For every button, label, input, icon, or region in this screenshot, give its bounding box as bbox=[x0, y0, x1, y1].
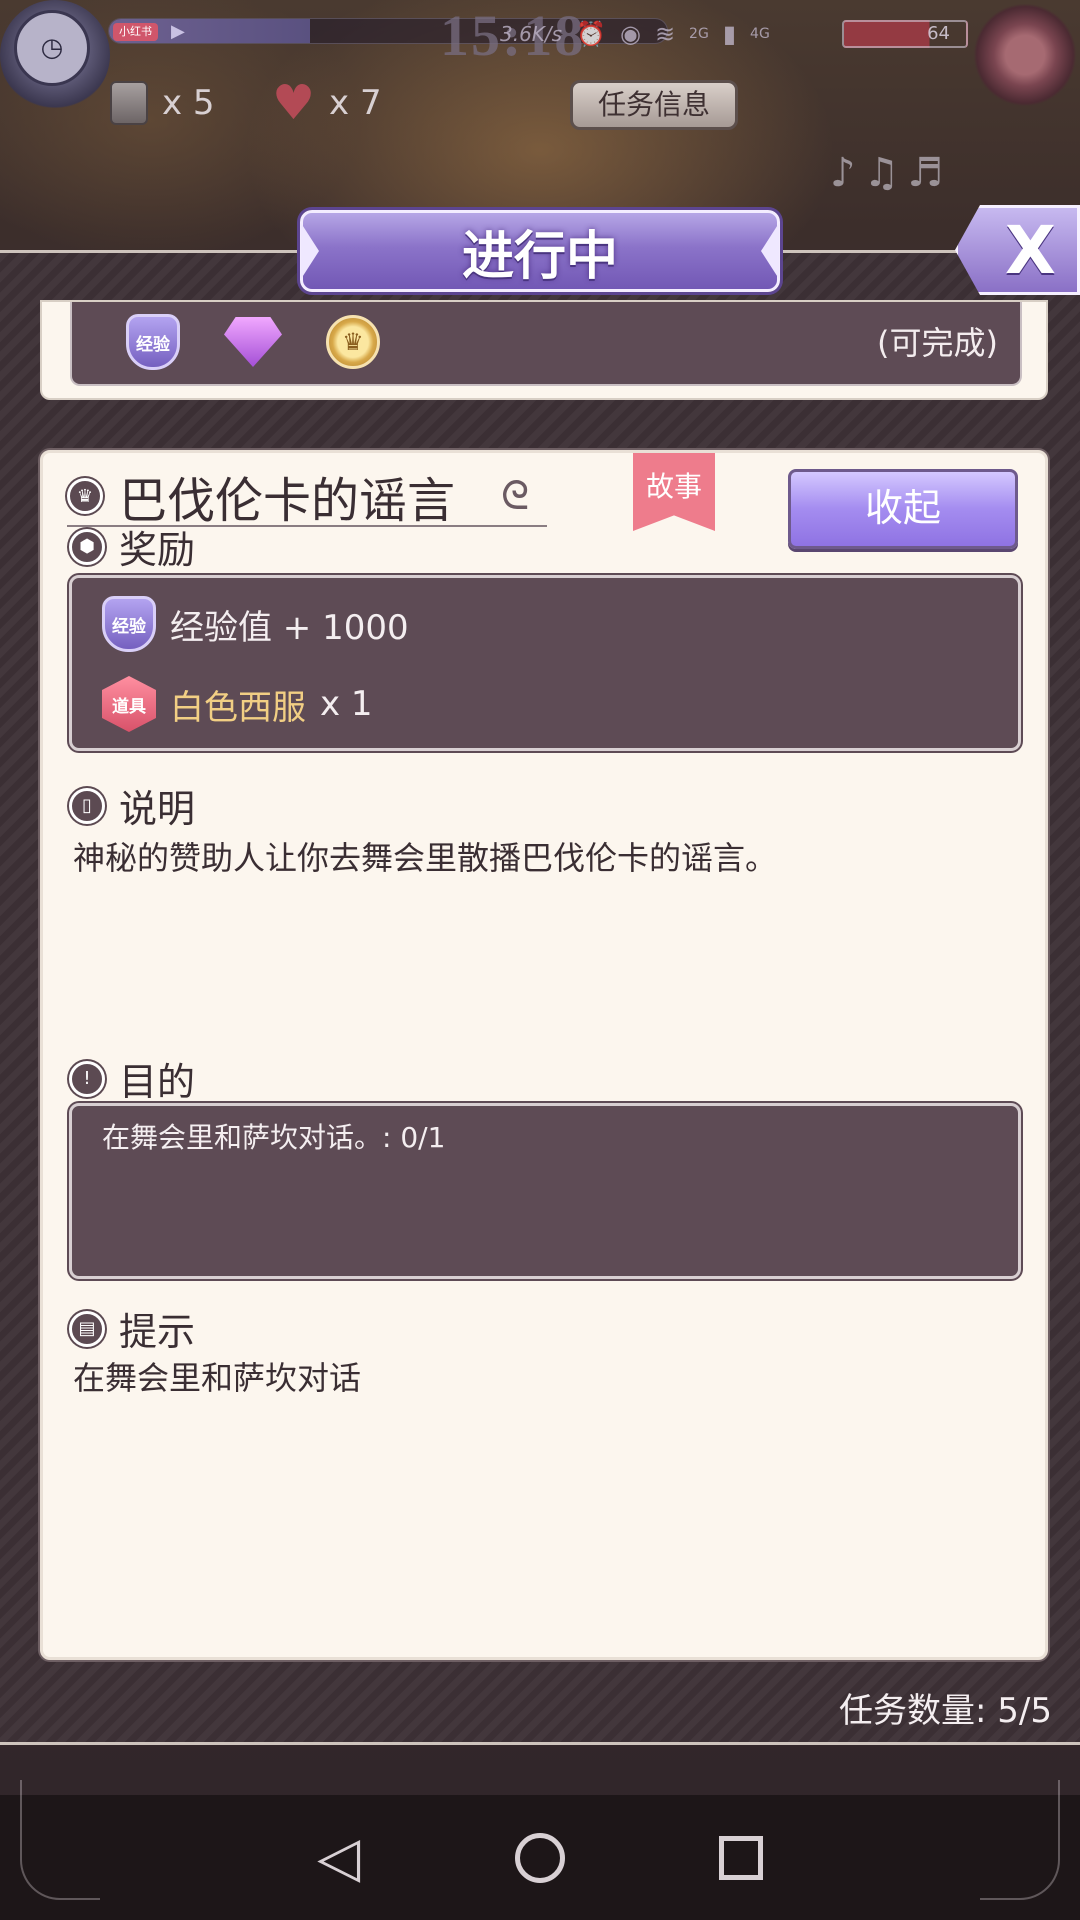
network-2g: 2G bbox=[689, 26, 709, 42]
reward-row-item: 道具 白色西服 x 1 bbox=[102, 676, 373, 732]
network-4g: 4G bbox=[750, 26, 770, 42]
signal-icon: ▮ bbox=[722, 20, 737, 48]
hint-heading-label: 提示 bbox=[119, 1310, 196, 1354]
crown-coin-icon: ♛ bbox=[326, 315, 380, 369]
play-icon: ▶ bbox=[171, 21, 185, 42]
task-count: 任务数量: 5/5 bbox=[839, 1691, 1052, 1731]
corner-decoration-right bbox=[980, 1780, 1060, 1900]
goal-box: 在舞会里和萨坎对话。: 0/1 bbox=[69, 1103, 1021, 1279]
scroll-icon bbox=[110, 81, 148, 125]
status-bar: ◷ 小红书 ▶ 15:18 3.6K/s ⏰ ◉ ≋ 2G ▮ 4G 64 bbox=[0, 0, 1080, 110]
item-badge-icon: 道具 bbox=[102, 676, 156, 732]
task-info-button[interactable]: 任务信息 bbox=[570, 80, 738, 130]
corner-decoration-left bbox=[20, 1780, 100, 1900]
goal-text: 在舞会里和萨坎对话。: 0/1 bbox=[102, 1121, 446, 1154]
status-tab-title: 进行中 bbox=[300, 210, 780, 292]
reward-heading: ⬢ 奖励 bbox=[69, 519, 195, 574]
clock-decoration-icon: ◷ bbox=[0, 0, 110, 110]
note-icon: ▤ bbox=[69, 1310, 105, 1347]
previous-quest-status: (可完成) bbox=[877, 324, 998, 362]
battery-indicator: 64 bbox=[842, 20, 968, 48]
recents-square-icon[interactable] bbox=[718, 1835, 763, 1880]
reward-box: 经验 经验值 + 1000 道具 白色西服 x 1 bbox=[69, 575, 1021, 751]
net-speed: 3.6K/s bbox=[500, 22, 563, 46]
collapse-button[interactable]: 收起 bbox=[788, 469, 1018, 549]
exclamation-icon: ! bbox=[69, 1060, 105, 1097]
hint-heading: ▤ 提示 bbox=[69, 1301, 195, 1356]
description-heading: ▯ 说明 bbox=[69, 778, 195, 833]
curl-decoration-icon: ᘓ bbox=[501, 473, 530, 519]
tab-title-text: 进行中 bbox=[461, 225, 618, 287]
app-tag: 小红书 bbox=[113, 23, 158, 41]
quest-title-row: ♛ 巴伐伦卡的谣言 bbox=[67, 467, 547, 529]
wifi-icon: ≋ bbox=[654, 20, 676, 48]
goal-heading-label: 目的 bbox=[119, 1060, 196, 1104]
exp-badge-icon: 经验 bbox=[126, 314, 180, 370]
crown-icon: ♛ bbox=[67, 478, 103, 514]
scroll-counter: x 5 bbox=[110, 80, 235, 126]
alarm-icon: ⏰ bbox=[576, 20, 606, 48]
reward-exp-text: 经验值 + 1000 bbox=[170, 607, 409, 648]
heart-counter: ♥ x 7 bbox=[272, 75, 402, 131]
book-icon: ▯ bbox=[69, 787, 105, 824]
eye-icon: ◉ bbox=[619, 20, 641, 48]
clock-face-icon: ◷ bbox=[14, 10, 90, 86]
exp-badge-icon: 经验 bbox=[102, 596, 156, 652]
gift-icon: ⬢ bbox=[69, 528, 105, 565]
scroll-count: x 5 bbox=[162, 83, 215, 123]
reward-heading-label: 奖励 bbox=[119, 528, 196, 572]
description-heading-label: 说明 bbox=[119, 787, 196, 831]
gem-icon bbox=[224, 317, 282, 367]
status-icons: 3.6K/s ⏰ ◉ ≋ 2G ▮ 4G bbox=[500, 14, 770, 54]
story-tag: 故事 bbox=[633, 453, 715, 531]
previous-reward-icons: 经验 ♛ bbox=[126, 314, 380, 370]
reward-item-name: 白色西服 bbox=[170, 687, 306, 728]
heart-icon: ♥ bbox=[272, 75, 316, 131]
rose-decoration-icon bbox=[970, 0, 1080, 110]
reward-row-exp: 经验 经验值 + 1000 bbox=[102, 596, 409, 652]
system-nav-bar: ◁ bbox=[0, 1795, 1080, 1920]
hint-text: 在舞会里和萨坎对话 bbox=[73, 1359, 362, 1397]
back-triangle-icon[interactable]: ◁ bbox=[317, 1829, 360, 1886]
description-text: 神秘的赞助人让你去舞会里散播巴伐伦卡的谣言。 bbox=[73, 839, 778, 877]
heart-count: x 7 bbox=[329, 83, 382, 123]
home-circle-icon[interactable] bbox=[514, 1832, 565, 1883]
reward-item-qty: x 1 bbox=[320, 684, 373, 724]
goal-heading: ! 目的 bbox=[69, 1051, 195, 1106]
quest-card: ♛ 巴伐伦卡的谣言 ᘓ 故事 收起 ⬢ 奖励 经验 经验值 + 1000 道具 … bbox=[40, 450, 1048, 1660]
close-button[interactable]: X bbox=[955, 205, 1080, 295]
